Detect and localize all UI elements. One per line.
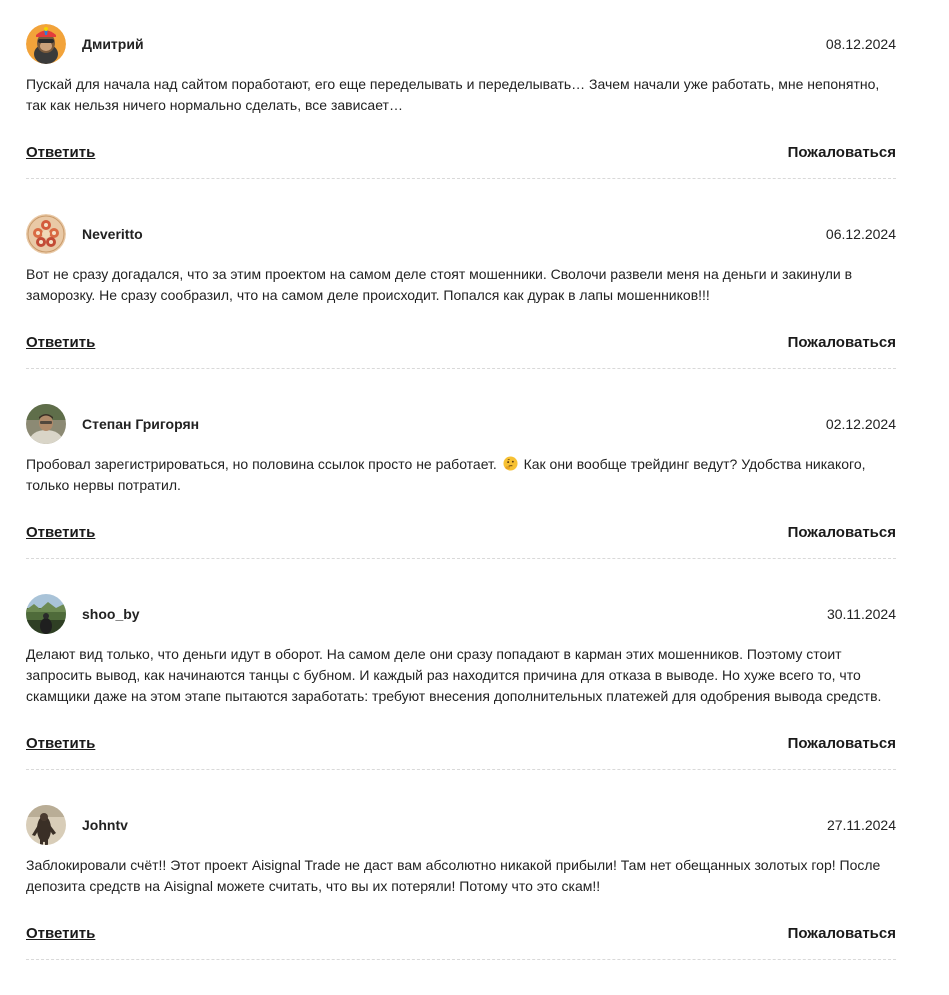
comment-divider: [26, 959, 896, 960]
dolls-pattern-avatar: [26, 214, 66, 254]
comment-item: Дмитрий 08.12.2024 Пускай для начала над…: [26, 24, 896, 214]
comment-divider: [26, 558, 896, 559]
comment-date: 02.12.2024: [825, 416, 896, 432]
thinking-face-emoji: [503, 456, 518, 471]
reply-link[interactable]: Ответить: [26, 144, 95, 161]
comment-header: Johntv 27.11.2024: [26, 805, 896, 847]
cartoon-ape-avatar: [26, 24, 66, 64]
comment-divider: [26, 368, 896, 369]
comment-header: Neveritto 06.12.2024: [26, 214, 896, 256]
landscape-photo-avatar: [26, 594, 66, 634]
report-link[interactable]: Пожаловаться: [788, 524, 896, 541]
comment-header: Степан Григорян 02.12.2024: [26, 404, 896, 446]
reply-link[interactable]: Ответить: [26, 334, 95, 351]
comment-divider: [26, 769, 896, 770]
report-link[interactable]: Пожаловаться: [788, 144, 896, 161]
comment-date: 27.11.2024: [826, 817, 896, 833]
comment-item: shoo_by 30.11.2024 Делают вид только, чт…: [26, 594, 896, 784]
comment-author[interactable]: shoo_by: [82, 606, 140, 622]
comment-date: 06.12.2024: [825, 226, 896, 242]
comment-date: 30.11.2024: [826, 606, 896, 622]
comment-text: Пробовал зарегистрироваться, но половина…: [26, 454, 896, 496]
comment-author[interactable]: Johntv: [82, 817, 128, 833]
comment-item: Neveritto 06.12.2024 Вот не сразу догада…: [26, 214, 896, 404]
comment-text: Вот не сразу догадался, что за этим прое…: [26, 266, 853, 303]
comment-actions: Ответить Пожаловаться: [26, 925, 896, 949]
comment-divider: [26, 178, 896, 179]
report-link[interactable]: Пожаловаться: [788, 334, 896, 351]
report-link[interactable]: Пожаловаться: [788, 925, 896, 942]
reply-link[interactable]: Ответить: [26, 735, 95, 752]
comment-actions: Ответить Пожаловаться: [26, 334, 896, 358]
comment-header: shoo_by 30.11.2024: [26, 594, 896, 636]
comment-actions: Ответить Пожаловаться: [26, 144, 896, 168]
man-photo-avatar: [26, 404, 66, 444]
comment-text: Заблокировали счёт!! Этот проект Aisigna…: [26, 857, 881, 894]
comment-text-part: Пробовал зарегистрироваться, но половина…: [26, 456, 497, 472]
reply-link[interactable]: Ответить: [26, 524, 95, 541]
comment-text: Пускай для начала над сайтом поработают,…: [26, 76, 880, 113]
reply-link[interactable]: Ответить: [26, 925, 95, 942]
comment-author[interactable]: Дмитрий: [82, 36, 144, 52]
comment-actions: Ответить Пожаловаться: [26, 735, 896, 759]
comment-author[interactable]: Степан Григорян: [82, 416, 199, 432]
figure-photo-avatar: [26, 805, 66, 845]
comment-date: 08.12.2024: [825, 36, 896, 52]
comment-item: Степан Григорян 02.12.2024 Пробовал заре…: [26, 404, 896, 594]
report-link[interactable]: Пожаловаться: [788, 735, 896, 752]
comment-item: Johntv 27.11.2024 Заблокировали счёт!! Э…: [26, 805, 896, 995]
comment-actions: Ответить Пожаловаться: [26, 524, 896, 548]
comment-author[interactable]: Neveritto: [82, 226, 143, 242]
comment-header: Дмитрий 08.12.2024: [26, 24, 896, 66]
comment-text: Делают вид только, что деньги идут в обо…: [26, 646, 882, 704]
